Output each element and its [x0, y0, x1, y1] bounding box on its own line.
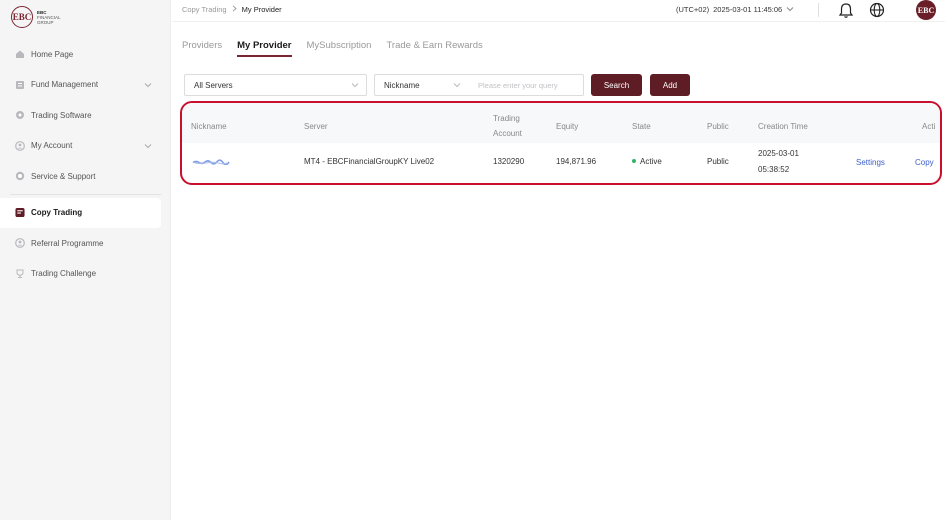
trophy-icon — [15, 269, 25, 279]
logo-mark: EBC — [11, 6, 33, 28]
sidebar-divider — [10, 193, 161, 195]
timezone-label: (UTC+02) — [676, 5, 710, 14]
nickname-redacted — [192, 159, 230, 165]
col-server: Server — [304, 122, 328, 131]
user-icon — [15, 140, 25, 151]
search-field-select[interactable]: Nickname — [374, 74, 469, 96]
timezone-selector[interactable]: (UTC+02) 2025-03-01 11:45:06 — [676, 5, 794, 14]
col-equity: Equity — [556, 122, 579, 131]
sidebar-item-trading-challenge[interactable]: Trading Challenge — [0, 259, 171, 290]
col-public: Public — [707, 122, 729, 131]
tab-bar: Providers My Provider MySubscription Tra… — [182, 40, 483, 57]
chevron-down-icon — [786, 5, 794, 14]
col-account-line2: Account — [493, 129, 522, 138]
topbar-divider — [818, 3, 819, 17]
add-button[interactable]: Add — [650, 74, 690, 96]
software-icon — [15, 110, 25, 120]
support-icon — [15, 171, 25, 181]
cell-public: Public — [707, 157, 729, 166]
search-input[interactable] — [468, 74, 584, 96]
sidebar-item-fund-management[interactable]: Fund Management — [0, 70, 171, 101]
brand-logo[interactable]: EBC EBC FINANCIAL GROUP — [11, 6, 61, 28]
chevron-right-icon — [232, 5, 237, 14]
search-button[interactable]: Search — [591, 74, 642, 96]
chevron-down-icon — [144, 142, 152, 151]
status-badge: Active — [640, 157, 662, 166]
cell-state: Active — [632, 157, 662, 166]
col-actions: Acti — [922, 122, 936, 131]
settings-link[interactable]: Settings — [856, 158, 885, 167]
cell-account: 1320290 — [493, 157, 525, 166]
tab-trade-earn-rewards[interactable]: Trade & Earn Rewards — [386, 40, 482, 57]
copy-link[interactable]: Copy — [915, 158, 934, 167]
sidebar-item-referral-programme[interactable]: Referral Programme — [0, 228, 171, 259]
chevron-down-icon — [453, 81, 461, 90]
sidebar-item-copy-trading[interactable]: Copy Trading — [0, 197, 161, 228]
col-state: State — [632, 122, 651, 131]
tab-my-provider[interactable]: My Provider — [237, 40, 292, 57]
referral-icon — [15, 238, 25, 249]
provider-table: Nickname Server Trading Account Equity S… — [180, 101, 942, 185]
globe-icon[interactable] — [869, 2, 885, 20]
breadcrumb-copy-trading[interactable]: Copy Trading — [182, 5, 227, 14]
home-icon — [15, 49, 25, 59]
cell-created-date: 2025-03-01 — [758, 149, 799, 158]
bell-icon[interactable] — [838, 2, 854, 21]
chevron-down-icon — [351, 81, 359, 90]
status-dot — [632, 159, 636, 163]
chevron-down-icon — [144, 81, 152, 90]
cell-equity: 194,871.96 — [556, 157, 597, 166]
cell-created-time: 05:38:52 — [758, 165, 790, 174]
sidebar-item-home[interactable]: Home Page — [0, 39, 171, 70]
sidebar-nav: Home Page Fund Management Trading Softwa… — [0, 39, 171, 289]
fund-icon — [15, 80, 25, 90]
sidebar-item-service-support[interactable]: Service & Support — [0, 161, 171, 192]
avatar[interactable]: EBC — [916, 0, 936, 20]
col-account-line1: Trading — [493, 114, 520, 123]
table-header: Nickname Server Trading Account Equity S… — [182, 103, 940, 143]
cell-server: MT4 - EBCFinancialGroupKY Live02 — [304, 157, 435, 166]
sidebar-item-trading-software[interactable]: Trading Software — [0, 100, 171, 131]
current-datetime: 2025-03-01 11:45:06 — [713, 5, 783, 14]
tab-my-subscription[interactable]: MySubscription — [307, 40, 372, 57]
breadcrumb: Copy Trading My Provider — [182, 5, 282, 14]
top-bar: Copy Trading My Provider (UTC+02) 2025-0… — [172, 0, 945, 22]
logo-text: EBC FINANCIAL GROUP — [37, 9, 61, 25]
tab-providers[interactable]: Providers — [182, 40, 222, 57]
breadcrumb-my-provider: My Provider — [241, 5, 282, 14]
server-select[interactable]: All Servers — [184, 74, 367, 96]
sidebar: EBC EBC FINANCIAL GROUP Home Page Fund M… — [0, 0, 171, 520]
sidebar-item-my-account[interactable]: My Account — [0, 131, 171, 162]
col-nickname: Nickname — [191, 122, 227, 131]
copy-trading-icon — [15, 208, 25, 218]
col-creation-time: Creation Time — [758, 122, 808, 131]
